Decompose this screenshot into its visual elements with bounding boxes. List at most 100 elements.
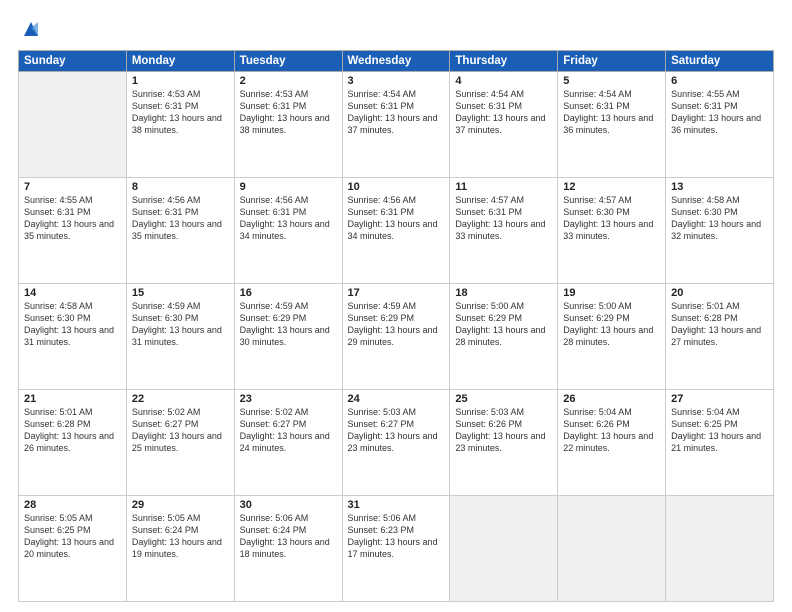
calendar-cell: 10Sunrise: 4:56 AM Sunset: 6:31 PM Dayli… bbox=[342, 178, 450, 284]
calendar-cell: 11Sunrise: 4:57 AM Sunset: 6:31 PM Dayli… bbox=[450, 178, 558, 284]
day-info: Sunrise: 5:06 AM Sunset: 6:23 PM Dayligh… bbox=[348, 512, 445, 561]
day-number: 15 bbox=[132, 287, 229, 299]
day-info: Sunrise: 4:59 AM Sunset: 6:30 PM Dayligh… bbox=[132, 300, 229, 349]
day-info: Sunrise: 4:53 AM Sunset: 6:31 PM Dayligh… bbox=[132, 88, 229, 137]
calendar-cell: 21Sunrise: 5:01 AM Sunset: 6:28 PM Dayli… bbox=[19, 390, 127, 496]
day-info: Sunrise: 4:55 AM Sunset: 6:31 PM Dayligh… bbox=[24, 194, 121, 243]
calendar-cell: 12Sunrise: 4:57 AM Sunset: 6:30 PM Dayli… bbox=[558, 178, 666, 284]
day-info: Sunrise: 4:57 AM Sunset: 6:31 PM Dayligh… bbox=[455, 194, 552, 243]
calendar-cell: 7Sunrise: 4:55 AM Sunset: 6:31 PM Daylig… bbox=[19, 178, 127, 284]
calendar-header-friday: Friday bbox=[558, 51, 666, 72]
calendar-cell: 3Sunrise: 4:54 AM Sunset: 6:31 PM Daylig… bbox=[342, 72, 450, 178]
calendar-cell: 28Sunrise: 5:05 AM Sunset: 6:25 PM Dayli… bbox=[19, 496, 127, 602]
day-number: 20 bbox=[671, 287, 768, 299]
day-number: 17 bbox=[348, 287, 445, 299]
day-number: 19 bbox=[563, 287, 660, 299]
day-info: Sunrise: 4:57 AM Sunset: 6:30 PM Dayligh… bbox=[563, 194, 660, 243]
day-info: Sunrise: 5:04 AM Sunset: 6:25 PM Dayligh… bbox=[671, 406, 768, 455]
day-number: 31 bbox=[348, 499, 445, 511]
day-number: 26 bbox=[563, 393, 660, 405]
page: SundayMondayTuesdayWednesdayThursdayFrid… bbox=[0, 0, 792, 612]
calendar-cell: 31Sunrise: 5:06 AM Sunset: 6:23 PM Dayli… bbox=[342, 496, 450, 602]
day-number: 2 bbox=[240, 75, 337, 87]
day-number: 8 bbox=[132, 181, 229, 193]
day-info: Sunrise: 4:54 AM Sunset: 6:31 PM Dayligh… bbox=[348, 88, 445, 137]
day-info: Sunrise: 4:53 AM Sunset: 6:31 PM Dayligh… bbox=[240, 88, 337, 137]
day-number: 28 bbox=[24, 499, 121, 511]
day-number: 3 bbox=[348, 75, 445, 87]
day-info: Sunrise: 4:56 AM Sunset: 6:31 PM Dayligh… bbox=[132, 194, 229, 243]
calendar-cell bbox=[558, 496, 666, 602]
calendar-header-monday: Monday bbox=[126, 51, 234, 72]
day-number: 13 bbox=[671, 181, 768, 193]
day-info: Sunrise: 4:56 AM Sunset: 6:31 PM Dayligh… bbox=[240, 194, 337, 243]
calendar-cell: 16Sunrise: 4:59 AM Sunset: 6:29 PM Dayli… bbox=[234, 284, 342, 390]
calendar-cell: 18Sunrise: 5:00 AM Sunset: 6:29 PM Dayli… bbox=[450, 284, 558, 390]
calendar-week-5: 28Sunrise: 5:05 AM Sunset: 6:25 PM Dayli… bbox=[19, 496, 774, 602]
calendar-cell: 2Sunrise: 4:53 AM Sunset: 6:31 PM Daylig… bbox=[234, 72, 342, 178]
day-info: Sunrise: 5:01 AM Sunset: 6:28 PM Dayligh… bbox=[671, 300, 768, 349]
calendar-cell bbox=[19, 72, 127, 178]
day-info: Sunrise: 4:58 AM Sunset: 6:30 PM Dayligh… bbox=[24, 300, 121, 349]
calendar-cell bbox=[666, 496, 774, 602]
day-info: Sunrise: 5:05 AM Sunset: 6:25 PM Dayligh… bbox=[24, 512, 121, 561]
day-info: Sunrise: 4:55 AM Sunset: 6:31 PM Dayligh… bbox=[671, 88, 768, 137]
day-number: 25 bbox=[455, 393, 552, 405]
day-number: 30 bbox=[240, 499, 337, 511]
day-info: Sunrise: 5:01 AM Sunset: 6:28 PM Dayligh… bbox=[24, 406, 121, 455]
day-number: 23 bbox=[240, 393, 337, 405]
calendar-cell: 17Sunrise: 4:59 AM Sunset: 6:29 PM Dayli… bbox=[342, 284, 450, 390]
day-number: 18 bbox=[455, 287, 552, 299]
day-info: Sunrise: 4:59 AM Sunset: 6:29 PM Dayligh… bbox=[348, 300, 445, 349]
day-info: Sunrise: 5:06 AM Sunset: 6:24 PM Dayligh… bbox=[240, 512, 337, 561]
day-number: 9 bbox=[240, 181, 337, 193]
calendar-cell: 29Sunrise: 5:05 AM Sunset: 6:24 PM Dayli… bbox=[126, 496, 234, 602]
calendar-header-row: SundayMondayTuesdayWednesdayThursdayFrid… bbox=[19, 51, 774, 72]
day-info: Sunrise: 4:59 AM Sunset: 6:29 PM Dayligh… bbox=[240, 300, 337, 349]
day-info: Sunrise: 5:02 AM Sunset: 6:27 PM Dayligh… bbox=[240, 406, 337, 455]
calendar-cell: 30Sunrise: 5:06 AM Sunset: 6:24 PM Dayli… bbox=[234, 496, 342, 602]
day-info: Sunrise: 4:54 AM Sunset: 6:31 PM Dayligh… bbox=[563, 88, 660, 137]
calendar-cell: 9Sunrise: 4:56 AM Sunset: 6:31 PM Daylig… bbox=[234, 178, 342, 284]
day-info: Sunrise: 5:02 AM Sunset: 6:27 PM Dayligh… bbox=[132, 406, 229, 455]
day-info: Sunrise: 5:03 AM Sunset: 6:27 PM Dayligh… bbox=[348, 406, 445, 455]
day-number: 14 bbox=[24, 287, 121, 299]
day-info: Sunrise: 5:05 AM Sunset: 6:24 PM Dayligh… bbox=[132, 512, 229, 561]
logo-icon bbox=[20, 18, 42, 40]
calendar-cell: 27Sunrise: 5:04 AM Sunset: 6:25 PM Dayli… bbox=[666, 390, 774, 496]
calendar-week-3: 14Sunrise: 4:58 AM Sunset: 6:30 PM Dayli… bbox=[19, 284, 774, 390]
day-number: 10 bbox=[348, 181, 445, 193]
day-number: 5 bbox=[563, 75, 660, 87]
calendar-header-wednesday: Wednesday bbox=[342, 51, 450, 72]
calendar-cell: 24Sunrise: 5:03 AM Sunset: 6:27 PM Dayli… bbox=[342, 390, 450, 496]
day-info: Sunrise: 5:04 AM Sunset: 6:26 PM Dayligh… bbox=[563, 406, 660, 455]
calendar-cell: 19Sunrise: 5:00 AM Sunset: 6:29 PM Dayli… bbox=[558, 284, 666, 390]
calendar-cell: 22Sunrise: 5:02 AM Sunset: 6:27 PM Dayli… bbox=[126, 390, 234, 496]
day-number: 12 bbox=[563, 181, 660, 193]
day-number: 24 bbox=[348, 393, 445, 405]
logo bbox=[18, 18, 42, 40]
calendar-week-1: 1Sunrise: 4:53 AM Sunset: 6:31 PM Daylig… bbox=[19, 72, 774, 178]
calendar-week-4: 21Sunrise: 5:01 AM Sunset: 6:28 PM Dayli… bbox=[19, 390, 774, 496]
day-number: 1 bbox=[132, 75, 229, 87]
calendar-cell: 15Sunrise: 4:59 AM Sunset: 6:30 PM Dayli… bbox=[126, 284, 234, 390]
calendar-week-2: 7Sunrise: 4:55 AM Sunset: 6:31 PM Daylig… bbox=[19, 178, 774, 284]
calendar-cell: 1Sunrise: 4:53 AM Sunset: 6:31 PM Daylig… bbox=[126, 72, 234, 178]
day-number: 7 bbox=[24, 181, 121, 193]
calendar-cell: 23Sunrise: 5:02 AM Sunset: 6:27 PM Dayli… bbox=[234, 390, 342, 496]
calendar-cell: 14Sunrise: 4:58 AM Sunset: 6:30 PM Dayli… bbox=[19, 284, 127, 390]
day-info: Sunrise: 4:56 AM Sunset: 6:31 PM Dayligh… bbox=[348, 194, 445, 243]
calendar-cell: 26Sunrise: 5:04 AM Sunset: 6:26 PM Dayli… bbox=[558, 390, 666, 496]
day-info: Sunrise: 4:58 AM Sunset: 6:30 PM Dayligh… bbox=[671, 194, 768, 243]
day-number: 6 bbox=[671, 75, 768, 87]
day-info: Sunrise: 5:00 AM Sunset: 6:29 PM Dayligh… bbox=[563, 300, 660, 349]
calendar-cell: 5Sunrise: 4:54 AM Sunset: 6:31 PM Daylig… bbox=[558, 72, 666, 178]
day-info: Sunrise: 5:00 AM Sunset: 6:29 PM Dayligh… bbox=[455, 300, 552, 349]
calendar-cell: 20Sunrise: 5:01 AM Sunset: 6:28 PM Dayli… bbox=[666, 284, 774, 390]
calendar-header-tuesday: Tuesday bbox=[234, 51, 342, 72]
day-number: 11 bbox=[455, 181, 552, 193]
header bbox=[18, 18, 774, 40]
calendar-cell: 25Sunrise: 5:03 AM Sunset: 6:26 PM Dayli… bbox=[450, 390, 558, 496]
calendar-cell bbox=[450, 496, 558, 602]
day-number: 4 bbox=[455, 75, 552, 87]
